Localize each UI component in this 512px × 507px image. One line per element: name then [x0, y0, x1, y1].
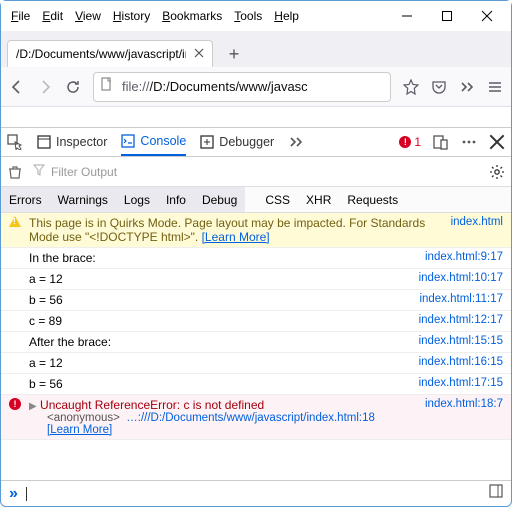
- console-row-warning: This page is in Quirks Mode. Page layout…: [1, 213, 511, 248]
- cat-info[interactable]: Info: [158, 187, 194, 212]
- pocket-icon[interactable]: [431, 79, 447, 95]
- error-icon: !: [9, 398, 21, 410]
- devtools-overflow-icon[interactable]: [288, 134, 304, 150]
- reload-button[interactable]: [65, 79, 81, 95]
- browser-tab[interactable]: /D:/Documents/www/javascript/ind: [7, 40, 213, 67]
- back-button[interactable]: [9, 79, 25, 95]
- window-close-button[interactable]: [469, 3, 505, 29]
- url-bar[interactable]: file:///D:/Documents/www/javasc: [93, 72, 391, 102]
- console-row: c = 89index.html:12:17: [1, 311, 511, 332]
- responsive-mode-icon[interactable]: [433, 134, 449, 150]
- cat-xhr[interactable]: XHR: [298, 187, 339, 212]
- console-output: This page is in Quirks Mode. Page layout…: [1, 213, 511, 480]
- cat-css[interactable]: CSS: [257, 187, 298, 212]
- expand-chevron-icon[interactable]: ▶: [29, 401, 37, 412]
- source-link[interactable]: index.html:18:7: [425, 398, 503, 410]
- new-tab-button[interactable]: +: [221, 41, 247, 67]
- console-row: In the brace:index.html:9:17: [1, 248, 511, 269]
- stack-frame-link[interactable]: …:///D:/Documents/www/javascript/index.h…: [126, 412, 375, 424]
- url-text: file:///D:/Documents/www/javasc: [122, 79, 308, 94]
- source-link[interactable]: index.html:12:17: [419, 314, 503, 326]
- error-count-badge[interactable]: !1: [399, 135, 421, 149]
- cat-debug[interactable]: Debug: [194, 187, 245, 212]
- devtools-close-icon[interactable]: [489, 134, 505, 150]
- bookmark-star-icon[interactable]: [403, 79, 419, 95]
- learn-more-link[interactable]: [Learn More]: [47, 424, 112, 436]
- tab-debugger[interactable]: Debugger: [200, 128, 274, 156]
- filter-input[interactable]: Filter Output: [33, 164, 479, 179]
- forward-button[interactable]: [37, 79, 53, 95]
- learn-more-link[interactable]: [Learn More]: [202, 230, 270, 244]
- funnel-icon: [33, 164, 45, 179]
- meatball-menu-icon[interactable]: [461, 134, 477, 150]
- tab-title: /D:/Documents/www/javascript/ind: [16, 47, 186, 61]
- menu-view[interactable]: View: [69, 5, 107, 27]
- cat-warnings[interactable]: Warnings: [50, 187, 116, 212]
- menu-edit[interactable]: Edit: [36, 5, 69, 27]
- tab-console[interactable]: Console: [121, 128, 186, 156]
- cat-errors[interactable]: Errors: [1, 187, 50, 212]
- element-picker-icon[interactable]: [7, 134, 23, 150]
- window-minimize-button[interactable]: [389, 3, 425, 29]
- console-row: After the brace:index.html:15:15: [1, 332, 511, 353]
- console-input[interactable]: [26, 487, 481, 501]
- window-maximize-button[interactable]: [429, 3, 465, 29]
- menu-help[interactable]: Help: [268, 5, 305, 27]
- hamburger-menu-icon[interactable]: [487, 79, 503, 95]
- multiline-toggle-icon[interactable]: [489, 484, 503, 503]
- console-settings-icon[interactable]: [489, 164, 505, 180]
- source-link[interactable]: index.html:10:17: [419, 272, 503, 284]
- cat-logs[interactable]: Logs: [116, 187, 158, 212]
- tab-inspector[interactable]: Inspector: [37, 128, 107, 156]
- source-link[interactable]: index.html:11:17: [419, 293, 503, 305]
- menu-history[interactable]: History: [107, 5, 156, 27]
- tab-close-icon[interactable]: [194, 47, 204, 61]
- source-link[interactable]: index.html:16:15: [419, 356, 503, 368]
- console-row: a = 12index.html:16:15: [1, 353, 511, 374]
- cat-requests[interactable]: Requests: [339, 187, 406, 212]
- source-link[interactable]: index.html:9:17: [425, 251, 503, 263]
- console-row: b = 56index.html:11:17: [1, 290, 511, 311]
- menu-bookmarks[interactable]: Bookmarks: [156, 5, 228, 27]
- menu-file[interactable]: File: [5, 5, 36, 27]
- menu-tools[interactable]: Tools: [228, 5, 268, 27]
- source-link[interactable]: index.html: [451, 216, 503, 228]
- source-link[interactable]: index.html:15:15: [419, 335, 503, 347]
- warning-icon: [9, 216, 21, 227]
- clear-console-icon[interactable]: [7, 164, 23, 180]
- prompt-chevron-icon: »: [9, 485, 18, 503]
- source-link[interactable]: index.html:17:15: [419, 377, 503, 389]
- console-row-error: ! ▶ Uncaught ReferenceError: c is not de…: [1, 395, 511, 440]
- console-row: b = 56index.html:17:15: [1, 374, 511, 395]
- file-icon: [100, 77, 114, 96]
- overflow-chevrons-icon[interactable]: [459, 79, 475, 95]
- console-row: a = 12index.html:10:17: [1, 269, 511, 290]
